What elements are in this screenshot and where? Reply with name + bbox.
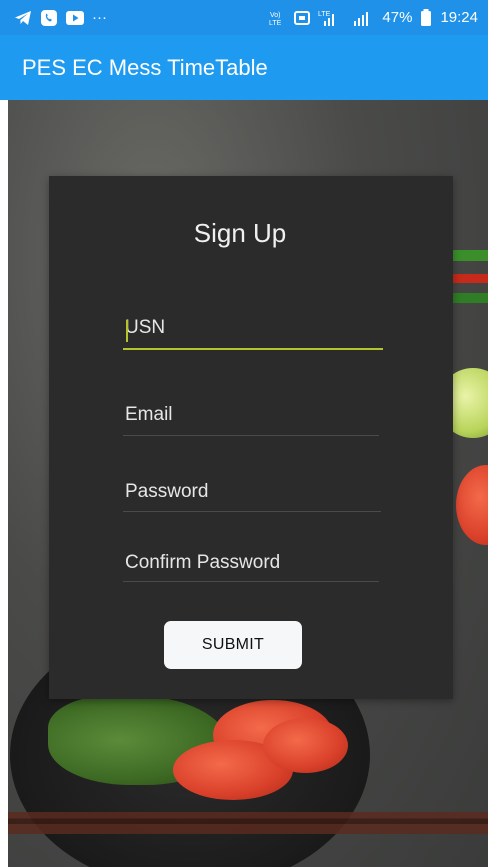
usn-underline xyxy=(123,348,383,350)
password-underline xyxy=(123,511,381,512)
confirm-password-underline xyxy=(123,581,379,582)
signup-card: Sign Up SUBMIT xyxy=(49,176,453,699)
status-right-icons: Vo) LTE LTE 47% 19:24 xyxy=(268,9,478,27)
signal-strength-icon xyxy=(352,10,374,26)
background-chopsticks xyxy=(8,812,488,834)
svg-text:LTE: LTE xyxy=(318,11,331,18)
confirm-password-input[interactable] xyxy=(123,544,379,582)
password-field[interactable] xyxy=(123,472,381,512)
app-bar: PES EC Mess TimeTable xyxy=(0,35,488,100)
app-title: PES EC Mess TimeTable xyxy=(22,54,268,80)
status-bar: ··· Vo) LTE LTE 47% 19:24 xyxy=(0,0,488,35)
background-tomato-slice xyxy=(263,718,348,773)
confirm-password-field[interactable] xyxy=(123,544,379,582)
background-tomato-right xyxy=(456,465,488,545)
email-underline xyxy=(123,435,379,436)
svg-text:LTE: LTE xyxy=(269,20,282,27)
battery-percent: 47% xyxy=(382,9,413,26)
usn-input[interactable] xyxy=(123,306,383,350)
usn-field[interactable] xyxy=(123,306,383,350)
svg-text:Vo): Vo) xyxy=(270,12,281,19)
volte-icon: Vo) LTE xyxy=(268,9,286,27)
email-input[interactable] xyxy=(123,394,379,436)
battery-icon xyxy=(420,9,432,26)
email-field[interactable] xyxy=(123,394,379,436)
data-saver-icon xyxy=(294,10,311,26)
status-left-icons: ··· xyxy=(14,9,107,27)
telegram-icon xyxy=(14,10,32,26)
submit-button[interactable]: SUBMIT xyxy=(164,621,302,669)
more-dots-icon: ··· xyxy=(92,9,107,26)
signup-title: Sign Up xyxy=(193,218,287,248)
viber-icon xyxy=(40,9,58,27)
lte-signal-icon: LTE xyxy=(318,9,344,27)
background-chilies xyxy=(448,250,488,310)
clock: 19:24 xyxy=(440,9,478,26)
youtube-icon xyxy=(66,10,84,25)
text-cursor xyxy=(126,320,128,342)
password-input[interactable] xyxy=(123,472,381,512)
